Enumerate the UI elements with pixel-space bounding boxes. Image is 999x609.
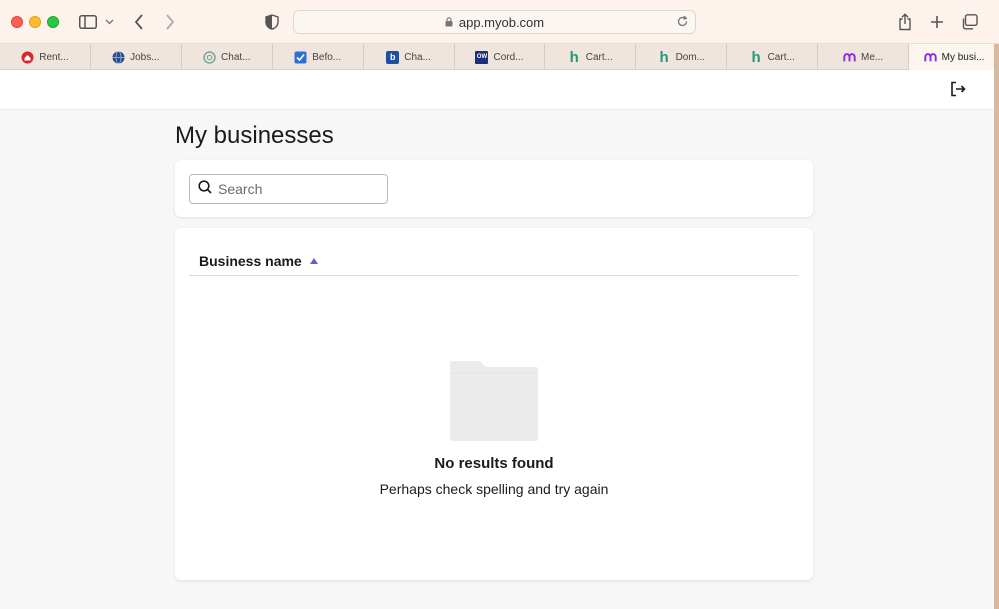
browser-tab[interactable]: h Dom... bbox=[636, 44, 728, 70]
app-header bbox=[0, 70, 994, 110]
reload-icon[interactable] bbox=[676, 15, 689, 31]
browser-tab[interactable]: OW Cord... bbox=[455, 44, 546, 70]
tab-label: Dom... bbox=[675, 51, 706, 63]
sort-ascending-icon[interactable] bbox=[309, 257, 318, 264]
globe-favicon-icon bbox=[112, 50, 125, 64]
browser-tab[interactable]: Me... bbox=[818, 44, 910, 70]
chatgpt-favicon-icon bbox=[203, 50, 216, 64]
h-favicon-icon: h bbox=[659, 48, 669, 66]
search-card bbox=[175, 160, 813, 217]
tab-strip: Rent... Jobs... Chat... Befo... b Cha...… bbox=[0, 44, 999, 70]
search-input[interactable] bbox=[218, 181, 378, 197]
lock-icon bbox=[445, 15, 453, 30]
tab-label: Me... bbox=[860, 51, 884, 63]
column-header-label: Business name bbox=[199, 252, 302, 269]
page-title: My businesses bbox=[175, 122, 334, 149]
browser-tab[interactable]: Jobs... bbox=[91, 44, 182, 70]
ow-favicon-icon: OW bbox=[475, 50, 489, 64]
browser-tab[interactable]: h Cart... bbox=[727, 44, 819, 70]
tab-label: Cart... bbox=[585, 51, 613, 63]
browser-tab[interactable]: Chat... bbox=[182, 44, 273, 70]
forward-icon[interactable] bbox=[162, 10, 178, 34]
browser-toolbar: app.myob.com bbox=[0, 0, 999, 44]
myob-favicon-icon bbox=[843, 51, 856, 64]
close-window-button[interactable] bbox=[11, 16, 23, 28]
chevron-down-icon[interactable] bbox=[103, 10, 115, 34]
business-name-column-header[interactable]: Business name bbox=[189, 246, 798, 276]
tab-label: Cord... bbox=[493, 51, 524, 63]
checkbox-favicon-icon bbox=[294, 51, 307, 64]
tab-overview-icon[interactable] bbox=[960, 10, 978, 34]
results-card: Business name No results found Perhaps c… bbox=[175, 228, 813, 580]
empty-state-title: No results found bbox=[434, 455, 554, 472]
window-edge bbox=[994, 44, 999, 609]
tab-label: Befo... bbox=[312, 51, 342, 63]
url-text: app.myob.com bbox=[458, 14, 545, 30]
sidebar-toggle-icon[interactable] bbox=[78, 10, 98, 34]
browser-tab[interactable]: Befo... bbox=[273, 44, 364, 70]
tab-label: Chat... bbox=[221, 51, 251, 63]
address-bar[interactable]: app.myob.com bbox=[293, 10, 696, 34]
browser-tab[interactable]: Rent... bbox=[0, 44, 91, 70]
browser-tab-active[interactable]: My busi... bbox=[909, 44, 999, 70]
browser-tab[interactable]: h Cart... bbox=[545, 44, 637, 70]
shield-icon[interactable] bbox=[263, 10, 281, 34]
myob-favicon-icon bbox=[923, 51, 937, 64]
browser-tab[interactable]: b Cha... bbox=[364, 44, 455, 70]
search-field[interactable] bbox=[189, 174, 388, 204]
share-icon[interactable] bbox=[896, 10, 914, 34]
empty-state-subtitle: Perhaps check spelling and try again bbox=[379, 481, 609, 497]
tab-label: Cha... bbox=[404, 51, 431, 63]
b-favicon-icon: b bbox=[386, 50, 400, 64]
empty-folder-icon bbox=[450, 361, 538, 446]
minimize-window-button[interactable] bbox=[29, 16, 41, 28]
zoom-window-button[interactable] bbox=[47, 16, 59, 28]
rent-favicon-icon bbox=[21, 51, 34, 64]
new-tab-icon[interactable] bbox=[928, 10, 946, 34]
tab-label: My busi... bbox=[941, 51, 985, 63]
tab-label: Rent... bbox=[39, 51, 69, 63]
h-favicon-icon: h bbox=[751, 48, 761, 66]
h-favicon-icon: h bbox=[569, 48, 579, 66]
back-icon[interactable] bbox=[131, 10, 147, 34]
search-icon bbox=[198, 179, 212, 199]
logout-icon[interactable] bbox=[950, 81, 966, 102]
tab-label: Jobs... bbox=[130, 51, 160, 63]
tab-label: Cart... bbox=[767, 51, 795, 63]
